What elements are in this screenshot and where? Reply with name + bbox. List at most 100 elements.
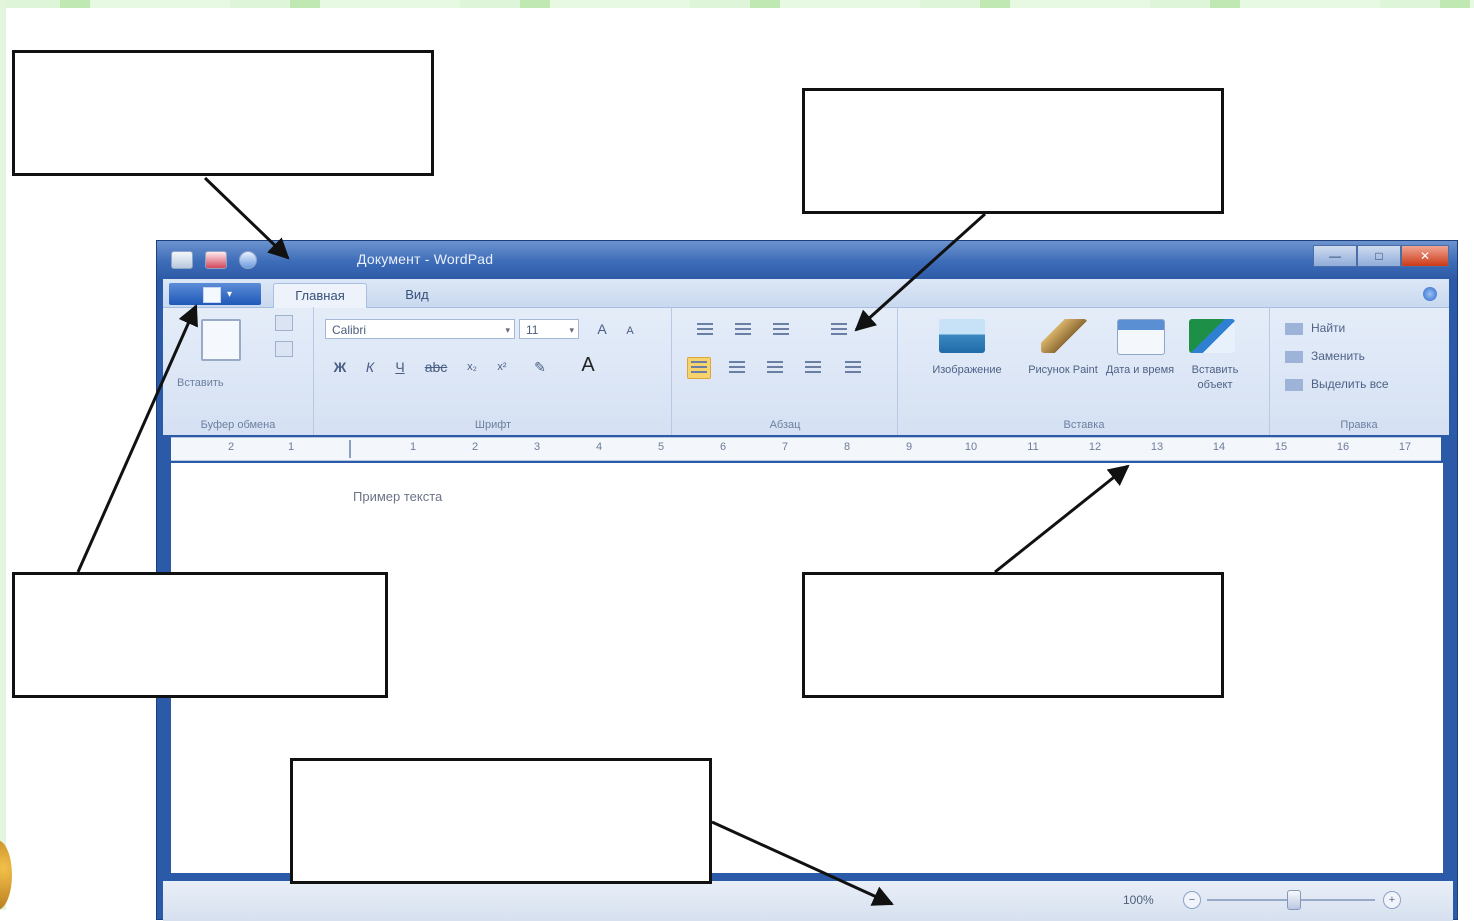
- select-all-button[interactable]: Выделить все: [1285, 377, 1389, 391]
- callout-box-ribbon: [802, 88, 1224, 214]
- bullet-list-icon[interactable]: [769, 319, 793, 341]
- insert-object-icon[interactable]: [1189, 319, 1235, 353]
- strikethrough-icon[interactable]: abc: [421, 357, 451, 377]
- edit-group: Найти Заменить Выделить все Правка: [1271, 307, 1447, 435]
- ruler-tick: 9: [905, 441, 913, 453]
- callout-box-menu-button: [12, 572, 388, 698]
- underline-icon[interactable]: Ч: [389, 357, 411, 377]
- highlight-icon[interactable]: ✎: [529, 357, 551, 377]
- ruler-tick: 1: [409, 441, 417, 453]
- window-controls: — □ ✕: [1313, 245, 1449, 267]
- background-top-strip: [0, 0, 1474, 8]
- callout-box-ruler: [802, 572, 1224, 698]
- save-icon[interactable]: [205, 251, 227, 269]
- ruler-tick: 15: [1274, 441, 1288, 453]
- tab-view[interactable]: Вид: [387, 283, 447, 307]
- ruler-tick: 14: [1212, 441, 1226, 453]
- undo-icon[interactable]: [239, 251, 257, 269]
- background-left-strip: [0, 0, 6, 910]
- chevron-down-icon: ▾: [569, 325, 574, 335]
- date-time-icon[interactable]: [1117, 319, 1165, 355]
- window-title: Документ - WordPad: [357, 251, 494, 267]
- ruler-tick: 13: [1150, 441, 1164, 453]
- select-all-icon: [1285, 378, 1303, 391]
- increase-indent-icon[interactable]: [731, 319, 755, 341]
- help-icon[interactable]: [1423, 287, 1437, 301]
- quick-access-toolbar: [171, 251, 257, 269]
- maximize-button[interactable]: □: [1357, 245, 1401, 267]
- bold-icon[interactable]: Ж: [329, 357, 351, 377]
- ribbon-tab-row: ▾ Главная Вид: [163, 279, 1449, 308]
- ruler-tick: 4: [595, 441, 603, 453]
- paste-button-label[interactable]: Вставить: [177, 377, 224, 389]
- zoom-out-button[interactable]: −: [1183, 891, 1201, 909]
- ruler-tick: 3: [533, 441, 541, 453]
- replace-button[interactable]: Заменить: [1285, 349, 1365, 363]
- zoom-in-button[interactable]: +: [1383, 891, 1401, 909]
- insert-object-label[interactable]: Вставить объект: [1177, 363, 1253, 393]
- align-right-icon[interactable]: [763, 357, 787, 379]
- grow-font-icon[interactable]: A: [591, 319, 613, 339]
- callout-box-status-bar: [290, 758, 712, 884]
- paste-icon[interactable]: [201, 319, 241, 361]
- ruler-tick: 7: [781, 441, 789, 453]
- decrease-indent-icon[interactable]: [693, 319, 717, 341]
- superscript-icon[interactable]: x²: [491, 357, 513, 377]
- ruler-tick: 11: [1027, 441, 1039, 453]
- align-center-icon[interactable]: [725, 357, 749, 379]
- ruler-tick: 2: [471, 441, 479, 453]
- decorative-corner-icon: [0, 840, 12, 910]
- minimize-button[interactable]: —: [1313, 245, 1357, 267]
- title-bar: Документ - WordPad — □ ✕: [157, 241, 1457, 279]
- copy-icon[interactable]: [275, 341, 293, 357]
- ruler-tick: 10: [964, 441, 978, 453]
- indent-marker[interactable]: [349, 440, 361, 458]
- paragraph-settings-icon[interactable]: [841, 357, 865, 379]
- wordpad-menu-button[interactable]: ▾: [169, 283, 261, 305]
- insert-datetime-label[interactable]: Дата и время: [1105, 363, 1175, 378]
- italic-icon[interactable]: К: [359, 357, 381, 377]
- picture-icon[interactable]: [939, 319, 985, 353]
- app-menu-icon[interactable]: [171, 251, 193, 269]
- insert-group: Изображение Рисунок Paint Дата и время В…: [899, 307, 1270, 435]
- ruler-tick: 12: [1088, 441, 1102, 453]
- line-spacing-icon[interactable]: [827, 319, 851, 341]
- ruler-tick: 1: [287, 441, 295, 453]
- insert-paint-label[interactable]: Рисунок Paint: [1025, 363, 1101, 378]
- paint-drawing-icon[interactable]: [1041, 319, 1087, 353]
- zoom-slider-thumb[interactable]: [1287, 890, 1301, 910]
- ruler-tick: 2: [227, 441, 235, 453]
- find-label: Найти: [1311, 321, 1346, 335]
- status-bar: 100% − +: [163, 881, 1453, 921]
- tab-home[interactable]: Главная: [273, 283, 367, 308]
- font-group-label: Шрифт: [474, 419, 512, 431]
- horizontal-ruler[interactable]: 2 1 1 2 3 4 5 6 7 8 9 10 11 12 13 14 15 …: [171, 437, 1441, 461]
- chevron-down-icon: ▾: [227, 289, 233, 300]
- ruler-tick: 16: [1336, 441, 1350, 453]
- font-group: Calibri ▾ 11 ▾ A A Ж К Ч abc x₂ x² ✎ A Ш…: [315, 307, 672, 435]
- font-color-icon[interactable]: A: [577, 355, 599, 375]
- ruler-tick: 8: [843, 441, 851, 453]
- edit-group-label: Правка: [1340, 419, 1378, 431]
- binoculars-icon: [1285, 322, 1303, 335]
- font-size-value: 11: [526, 323, 539, 337]
- subscript-icon[interactable]: x₂: [461, 357, 483, 377]
- close-button[interactable]: ✕: [1401, 245, 1449, 267]
- shrink-font-icon[interactable]: A: [619, 321, 641, 341]
- callout-box-title-bar: [12, 50, 434, 176]
- insert-group-label: Вставка: [1063, 419, 1105, 431]
- ruler-tick: 17: [1398, 441, 1412, 453]
- insert-picture-label[interactable]: Изображение: [905, 363, 1029, 378]
- clipboard-group: Вставить Буфер обмена: [163, 307, 314, 435]
- paragraph-group-label: Абзац: [769, 419, 801, 431]
- cut-icon[interactable]: [275, 315, 293, 331]
- clipboard-group-label: Буфер обмена: [200, 419, 276, 431]
- find-button[interactable]: Найти: [1285, 321, 1345, 335]
- font-family-value: Calibri: [332, 323, 367, 337]
- ribbon: ▾ Главная Вид Вставить Буфер обмена Cali…: [163, 279, 1449, 435]
- document-text: Пример текста: [353, 489, 443, 504]
- align-left-icon[interactable]: [687, 357, 711, 379]
- font-size-select[interactable]: 11 ▾: [519, 319, 579, 339]
- justify-icon[interactable]: [801, 357, 825, 379]
- font-family-select[interactable]: Calibri ▾: [325, 319, 515, 339]
